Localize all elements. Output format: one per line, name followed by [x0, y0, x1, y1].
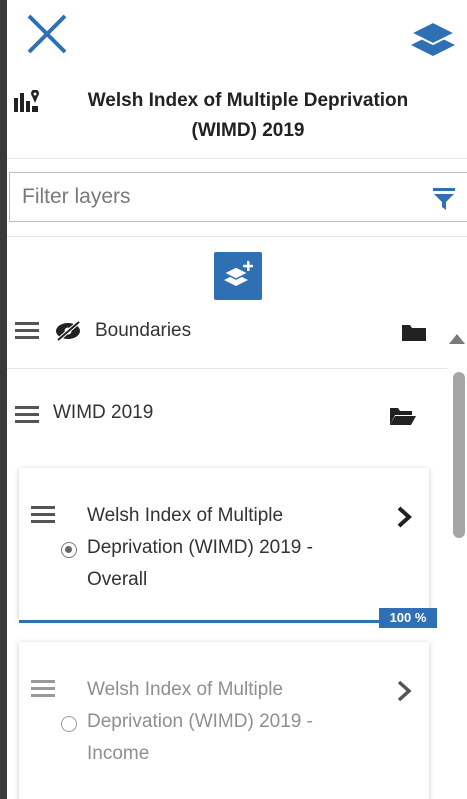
title-line-2: (WIMD) 2019	[191, 120, 305, 141]
panel-title: Welsh Index of Multiple Deprivation (WIM…	[7, 82, 467, 152]
divider	[7, 368, 447, 369]
chevron-right-icon[interactable]	[393, 678, 415, 704]
group-label: WIMD 2019	[53, 402, 154, 423]
page-title: Welsh Index of Multiple Deprivation (WIM…	[43, 86, 453, 146]
layer-title-line: Deprivation (WIMD) 2019 -	[87, 711, 313, 732]
close-button[interactable]	[25, 12, 69, 56]
layer-list: Boundaries WIMD 2019 Welsh Index of Mult…	[7, 316, 467, 799]
layer-title-line: Overall	[87, 569, 148, 590]
drag-handle-icon[interactable]	[15, 406, 39, 424]
group-label: Boundaries	[95, 320, 192, 341]
map-legend-icon	[14, 90, 39, 112]
title-line-1: Welsh Index of Multiple Deprivation	[87, 90, 409, 111]
window-edge	[0, 0, 7, 799]
close-icon	[27, 14, 67, 54]
filter-layers-input[interactable]	[10, 173, 420, 221]
layer-title: Welsh Index of Multiple Deprivation (WIM…	[87, 500, 377, 596]
folder-closed-icon[interactable]	[401, 322, 427, 342]
eye-slash-icon[interactable]	[53, 320, 83, 342]
layer-title-line: Welsh Index of Multiple	[87, 505, 284, 526]
group-row-boundaries[interactable]: Boundaries	[7, 316, 447, 362]
scrollbar-thumb[interactable]	[453, 372, 465, 538]
drag-handle-icon[interactable]	[31, 506, 55, 524]
drag-handle-icon[interactable]	[31, 680, 55, 698]
progress-fill	[19, 620, 429, 623]
layer-radio-selected[interactable]	[61, 542, 77, 558]
layer-load-progress	[19, 620, 429, 623]
folder-open-icon[interactable]	[389, 406, 417, 426]
layer-card-overall[interactable]: Welsh Index of Multiple Deprivation (WIM…	[19, 468, 429, 620]
layer-title-line: Deprivation (WIMD) 2019 -	[87, 537, 313, 558]
group-row-wimd[interactable]: WIMD 2019	[7, 398, 447, 438]
chevron-right-icon[interactable]	[393, 504, 415, 530]
layers-button[interactable]	[408, 18, 458, 60]
layer-card-income[interactable]: Welsh Index of Multiple Deprivation (WIM…	[19, 642, 429, 799]
scroll-up-arrow-icon[interactable]	[449, 334, 465, 344]
divider	[7, 158, 467, 159]
divider	[7, 236, 467, 237]
layers-panel: Welsh Index of Multiple Deprivation (WIM…	[7, 0, 467, 799]
layers-icon	[408, 20, 458, 56]
layer-title-line: Welsh Index of Multiple	[87, 679, 284, 700]
layer-radio[interactable]	[61, 716, 77, 732]
add-layer-icon	[222, 261, 253, 286]
filter-icon[interactable]	[432, 187, 456, 211]
progress-badge: 100 %	[379, 608, 437, 628]
layer-title-line: Income	[87, 743, 150, 764]
filter-box	[9, 172, 467, 222]
drag-handle-icon[interactable]	[15, 322, 39, 340]
layer-title: Welsh Index of Multiple Deprivation (WIM…	[87, 674, 377, 770]
add-layer-button[interactable]	[214, 252, 262, 300]
